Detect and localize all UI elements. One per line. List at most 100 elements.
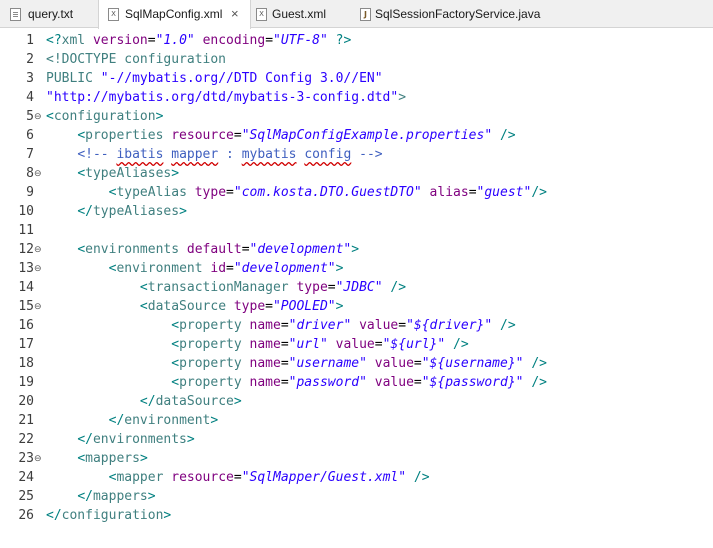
code-text: <property name="password" value="${passw… — [46, 373, 547, 392]
tab-guest-xml[interactable]: X Guest.xml — [251, 0, 351, 28]
line-number: 24 — [18, 470, 34, 485]
line-number: 15 — [18, 299, 34, 314]
code-token: = — [233, 128, 242, 143]
fold-toggle-icon[interactable]: ⊖ — [34, 303, 42, 312]
code-token: "development" — [233, 261, 336, 276]
code-text: <configuration> — [46, 107, 163, 126]
code-token: </ — [77, 204, 93, 219]
code-line[interactable]: 26 </configuration> — [0, 506, 713, 525]
code-line[interactable]: 14 <transactionManager type="JDBC" /> — [0, 278, 713, 297]
code-token: default — [186, 242, 242, 257]
code-token: name — [249, 318, 281, 333]
code-line[interactable]: 10 </typeAliases> — [0, 202, 713, 221]
line-number: 2 — [26, 52, 34, 67]
code-token: > — [398, 90, 407, 105]
code-token: = — [233, 470, 242, 485]
code-line[interactable]: 7 <!-- ibatis mapper : mybatis config --… — [0, 145, 713, 164]
code-token: "${username}" — [421, 356, 524, 371]
code-line[interactable]: 3 PUBLIC "-//mybatis.org//DTD Config 3.0/… — [0, 69, 713, 88]
code-line[interactable]: 4 "http://mybatis.org/dtd/mybatis-3-confi… — [0, 88, 713, 107]
tab-label: SqlSessionFactoryService.java — [375, 7, 541, 21]
code-line[interactable]: 18 <property name="username" value="${us… — [0, 354, 713, 373]
tab-query-txt[interactable]: query.txt — [0, 0, 98, 28]
fold-toggle-icon[interactable]: ⊖ — [34, 246, 42, 255]
code-token: mappers — [92, 489, 148, 504]
code-token: = — [147, 33, 156, 48]
code-token: = — [280, 375, 289, 390]
code-token: property — [179, 375, 250, 390]
code-line[interactable]: 13 ⊖ <environment id="development"> — [0, 259, 713, 278]
code-text: </configuration> — [46, 506, 171, 525]
code-line[interactable]: 24 <mapper resource="SqlMapper/Guest.xml… — [0, 468, 713, 487]
line-number: 6 — [26, 128, 34, 143]
tab-sqlmapconfig-xml[interactable]: X SqlMapConfig.xml × — [98, 0, 251, 29]
code-text: <typeAliases> — [46, 164, 179, 183]
code-line[interactable]: 2 <!DOCTYPE configuration — [0, 50, 713, 69]
txt-file-icon — [10, 8, 21, 21]
fold-toggle-icon[interactable]: ⊖ — [34, 170, 42, 179]
code-line[interactable]: 15 ⊖ <dataSource type="POOLED"> — [0, 297, 713, 316]
code-line[interactable]: 6 <properties resource="SqlMapConfigExam… — [0, 126, 713, 145]
code-line[interactable]: 20 </dataSource> — [0, 392, 713, 411]
xml-source-editor[interactable]: 1 <?xml version="1.0" encoding="UTF-8" ?>… — [0, 28, 713, 548]
close-icon[interactable]: × — [231, 0, 239, 28]
code-line[interactable]: 23 ⊖ <mappers> — [0, 449, 713, 468]
code-text: <properties resource="SqlMapConfigExampl… — [46, 126, 515, 145]
xml-file-icon: X — [108, 8, 119, 21]
code-token: > — [351, 242, 360, 257]
tab-sqlsessionfactoryservice-java[interactable]: J SqlSessionFactoryService.java — [351, 0, 571, 28]
code-token: value — [374, 375, 414, 390]
line-number: 16 — [18, 318, 34, 333]
code-line[interactable]: 5 ⊖ <configuration> — [0, 107, 713, 126]
code-token: environment — [124, 413, 211, 428]
code-text: <?xml version="1.0" encoding="UTF-8" ?> — [46, 31, 351, 50]
code-line[interactable]: 16 <property name="driver" value="${driv… — [0, 316, 713, 335]
fold-toggle-icon[interactable]: ⊖ — [34, 113, 42, 122]
code-token: </ — [77, 489, 93, 504]
code-line[interactable]: 17 <property name="url" value="${url}" /… — [0, 335, 713, 354]
code-line[interactable]: 19 <property name="password" value="${pa… — [0, 373, 713, 392]
code-token: xml — [61, 33, 93, 48]
code-token: environments — [92, 432, 187, 447]
code-token: environment — [116, 261, 211, 276]
code-line[interactable]: 11 — [0, 221, 713, 240]
code-line[interactable]: 1 <?xml version="1.0" encoding="UTF-8" ?> — [0, 31, 713, 50]
code-token: < — [139, 280, 148, 295]
code-token: = — [226, 261, 234, 276]
line-number: 4 — [26, 90, 34, 105]
code-token: = — [280, 318, 289, 333]
code-line[interactable]: 9 <typeAlias type="com.kosta.DTO.GuestDT… — [0, 183, 713, 202]
code-token: value — [335, 337, 375, 352]
code-token: dataSource — [147, 299, 234, 314]
code-token: > — [163, 508, 172, 523]
code-line[interactable]: 8 ⊖ <typeAliases> — [0, 164, 713, 183]
code-token: value — [374, 356, 414, 371]
line-number: 5 — [26, 109, 34, 124]
code-line[interactable]: 25 </mappers> — [0, 487, 713, 506]
code-line[interactable]: 22 </environments> — [0, 430, 713, 449]
code-token: encoding — [202, 33, 266, 48]
line-number: 9 — [26, 185, 34, 200]
code-token: /> — [390, 280, 407, 295]
code-token: name — [249, 356, 281, 371]
code-token: < — [139, 299, 148, 314]
code-line[interactable]: 21 </environment> — [0, 411, 713, 430]
fold-toggle-icon[interactable]: ⊖ — [34, 265, 42, 274]
code-token: id — [210, 261, 227, 276]
code-token: : — [218, 147, 242, 162]
code-line[interactable]: 12 ⊖ <environments default="development"> — [0, 240, 713, 259]
code-token: < — [77, 166, 86, 181]
fold-toggle-icon[interactable]: ⊖ — [34, 455, 42, 464]
code-token: "UTF-8" — [273, 33, 328, 48]
line-number: 3 — [26, 71, 34, 86]
code-token: = — [413, 356, 422, 371]
